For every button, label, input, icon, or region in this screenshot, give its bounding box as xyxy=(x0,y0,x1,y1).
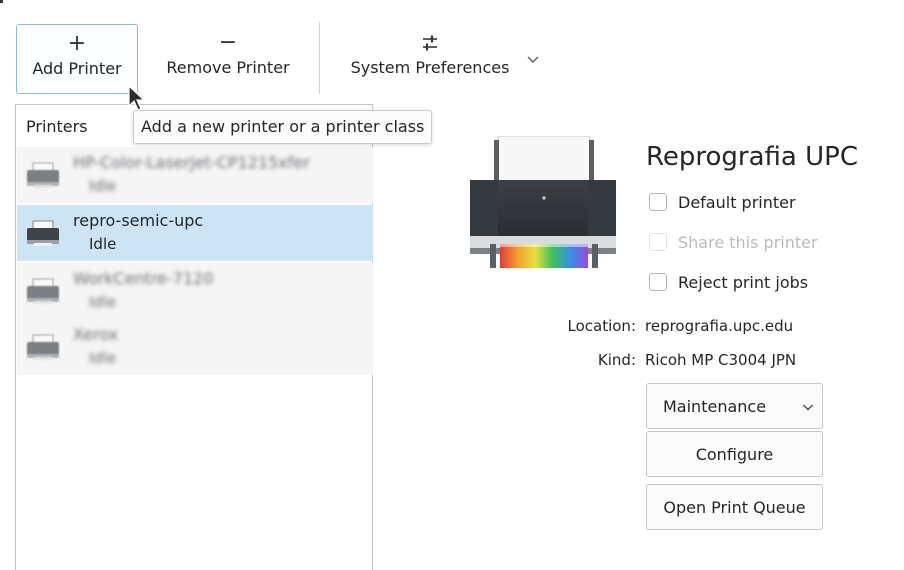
printer-title: Reprografia UPC xyxy=(646,142,858,172)
share-printer-label: Share this printer xyxy=(678,232,818,252)
printer-name: Xerox xyxy=(73,325,119,344)
printer-list[interactable]: Printers HP-Color-LaserJet-CP1215xfer Id… xyxy=(15,104,373,570)
printer-icon xyxy=(27,220,59,246)
default-printer-label: Default printer xyxy=(678,192,796,212)
add-printer-tooltip: Add a new printer or a printer class xyxy=(133,110,433,144)
share-printer-checkbox: Share this printer xyxy=(649,230,818,254)
printer-status: Idle xyxy=(89,349,117,367)
toolbar-separator xyxy=(319,22,320,94)
open-print-queue-label: Open Print Queue xyxy=(663,497,806,517)
remove-printer-label: Remove Printer xyxy=(166,58,290,77)
checkbox-box[interactable] xyxy=(649,193,667,211)
remove-printer-button[interactable]: − Remove Printer xyxy=(150,24,306,94)
location-label: Location: xyxy=(567,317,637,335)
list-item[interactable]: HP-Color-LaserJet-CP1215xfer Idle xyxy=(17,147,373,203)
printer-status: Idle xyxy=(89,177,117,195)
printer-name: repro-semic-upc xyxy=(73,211,204,230)
printer-name: HP-Color-LaserJet-CP1215xfer xyxy=(73,153,310,172)
window-corner-mark xyxy=(0,0,3,3)
printer-icon xyxy=(27,162,59,188)
kind-value: Ricoh MP C3004 JPN xyxy=(645,351,797,369)
open-print-queue-button[interactable]: Open Print Queue xyxy=(646,484,823,530)
system-preferences-button[interactable]: System Preferences xyxy=(330,24,530,94)
maintenance-label: Maintenance xyxy=(663,396,767,416)
chevron-down-icon[interactable] xyxy=(526,52,540,66)
add-printer-button[interactable]: + Add Printer xyxy=(16,24,138,94)
add-printer-label: Add Printer xyxy=(32,59,122,78)
printer-illustration-icon xyxy=(470,136,616,268)
sliders-icon xyxy=(419,30,441,56)
list-item[interactable]: Xerox Idle xyxy=(17,319,373,375)
default-printer-checkbox[interactable]: Default printer xyxy=(649,190,796,214)
list-item-selected[interactable]: repro-semic-upc Idle xyxy=(17,205,373,261)
checkbox-box xyxy=(649,233,667,251)
minus-icon: − xyxy=(218,30,238,55)
list-item[interactable]: WorkCentre-7120 Idle xyxy=(17,263,373,319)
reject-print-jobs-checkbox[interactable]: Reject print jobs xyxy=(649,270,808,294)
printer-icon xyxy=(27,278,59,304)
printers-column-header: Printers xyxy=(26,117,88,136)
printer-icon xyxy=(27,334,59,360)
chevron-down-icon xyxy=(803,404,813,411)
maintenance-dropdown[interactable]: Maintenance xyxy=(646,383,823,429)
location-value: reprografia.upc.edu xyxy=(645,317,794,335)
print-settings-window: + Add Printer − Remove Printer System Pr… xyxy=(0,0,904,570)
kind-label: Kind: xyxy=(597,351,636,369)
printer-name: WorkCentre-7120 xyxy=(73,269,214,288)
mouse-cursor-icon xyxy=(128,84,146,111)
reject-print-jobs-label: Reject print jobs xyxy=(678,272,809,292)
configure-label: Configure xyxy=(695,444,774,464)
plus-icon: + xyxy=(67,31,87,56)
configure-button[interactable]: Configure xyxy=(646,431,823,477)
system-preferences-label: System Preferences xyxy=(350,58,510,77)
printer-status: Idle xyxy=(89,293,117,311)
printer-status: Idle xyxy=(89,235,117,253)
checkbox-box[interactable] xyxy=(649,273,667,291)
